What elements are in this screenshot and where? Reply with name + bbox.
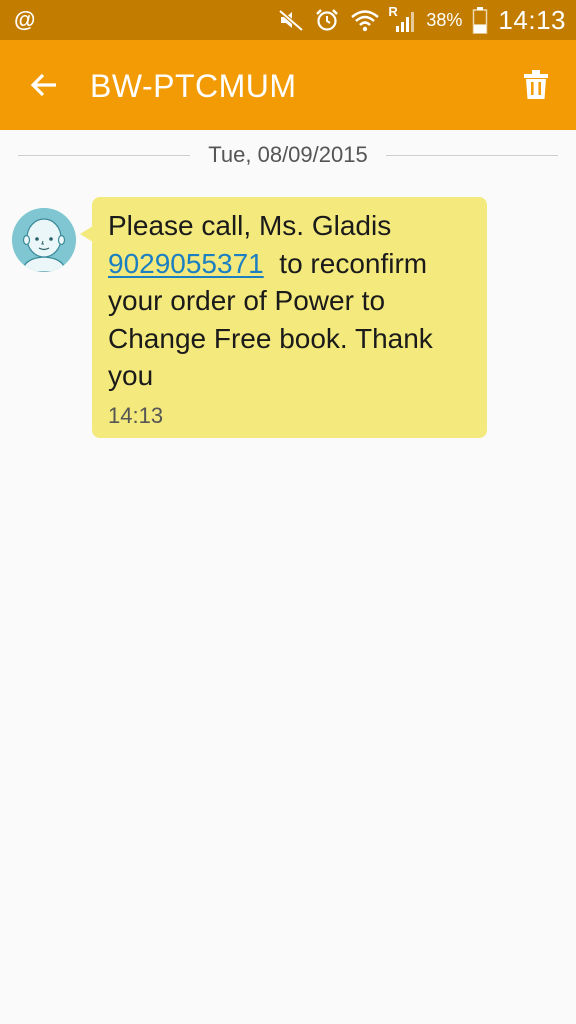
delete-button[interactable] <box>518 66 554 104</box>
date-label: Tue, 08/09/2015 <box>208 142 368 167</box>
phone-number-link[interactable]: 9029055371 <box>108 248 264 279</box>
status-clock: 14:13 <box>498 4 566 35</box>
conversation-title: BW-PTCMUM <box>90 68 297 104</box>
roaming-label: R <box>388 4 398 19</box>
alarm-icon <box>314 7 340 33</box>
default-person-icon <box>12 208 76 272</box>
contact-avatar[interactable] <box>12 208 76 272</box>
wifi-icon <box>350 8 380 32</box>
divider-line <box>385 154 558 156</box>
status-bar: @ R 38% 14:13 <box>0 0 576 40</box>
mute-icon <box>278 8 304 32</box>
arrow-left-icon <box>30 73 56 97</box>
message-bubble[interactable]: Please call, Ms. Gladis 9029055371 to re… <box>92 197 487 438</box>
divider-line <box>18 154 191 156</box>
date-divider: Tue, 08/09/2015 <box>18 140 558 170</box>
message-text-start: Please call, Ms. Gladis <box>108 210 392 241</box>
app-bar: BW-PTCMUM <box>0 40 576 130</box>
message-text: Please call, Ms. Gladis 9029055371 to re… <box>108 207 471 395</box>
status-icons: R 38% 14:13 <box>278 0 566 40</box>
message-timestamp: 14:13 <box>108 403 164 428</box>
back-button[interactable] <box>24 65 64 105</box>
at-sign-icon: @ <box>14 7 36 32</box>
battery-percent: 38% <box>426 9 463 30</box>
battery-icon <box>472 6 488 34</box>
roaming-signal-icon: R <box>388 4 416 34</box>
trash-icon <box>524 70 548 99</box>
